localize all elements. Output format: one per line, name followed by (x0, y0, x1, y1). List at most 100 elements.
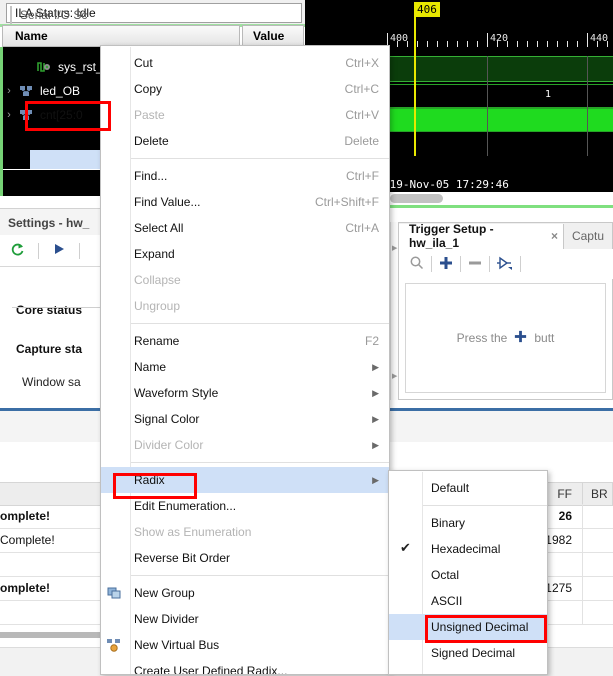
menu-item-label: Cut (134, 56, 153, 70)
menu-item-label: Copy (134, 82, 163, 96)
menu-item-find[interactable]: Find... Ctrl+F (101, 163, 389, 189)
waveform-column-headers: Name Value (0, 25, 305, 47)
scroll-up-arrow[interactable]: ▶ (392, 244, 397, 252)
radix-option-label: Signed Decimal (431, 646, 516, 660)
menu-item-show-as-enumeration: Show as Enumeration (101, 519, 389, 545)
menu-item-label: Show as Enumeration (134, 525, 252, 539)
ruler-minor-tick (507, 41, 508, 47)
tab-serial-io-scan[interactable]: Serial I/O Sc (10, 6, 87, 24)
waveform-hscroll-thumb[interactable] (390, 194, 443, 203)
ruler-minor-tick (537, 41, 538, 47)
tree-left-accent (0, 47, 3, 196)
menu-item-signal-color[interactable]: Signal Color ▶ (101, 406, 389, 432)
chevron-right-icon: ▶ (372, 387, 379, 398)
menu-item-shortcut: F2 (364, 334, 379, 348)
menu-item-delete[interactable]: Delete Delete (101, 128, 389, 154)
menu-item-new-virtual-bus[interactable]: New Virtual Bus (101, 632, 389, 658)
tab-trigger-setup-label: Trigger Setup - hw_ila_1 (409, 222, 494, 250)
ruler-minor-tick (597, 41, 598, 47)
radix-option-default[interactable]: Default (389, 475, 547, 501)
waveform-cursor[interactable] (414, 8, 416, 156)
ruler-label-420: 420 (490, 33, 509, 44)
probe-icon[interactable] (496, 255, 514, 274)
radix-option-ascii[interactable]: ASCII (389, 588, 547, 614)
menu-item-label: Find Value... (134, 195, 201, 209)
menu-item-select-all[interactable]: Select All Ctrl+A (101, 215, 389, 241)
ruler-minor-tick (447, 41, 448, 47)
menu-item-edit-enumeration[interactable]: Edit Enumeration... (101, 493, 389, 519)
trigger-empty-text-before: Press the (456, 331, 508, 345)
ruler-minor-tick (427, 41, 428, 47)
trigger-empty-message: Press the butt (405, 283, 606, 393)
menu-item-divider-color: Divider Color ▶ (101, 432, 389, 458)
group-icon (106, 586, 122, 600)
tab-trigger-setup[interactable]: Trigger Setup - hw_ila_1 × (399, 222, 564, 250)
tree-row-cnt[interactable]: › cnt[25:0 (0, 103, 83, 127)
radix-option-label: Octal (431, 568, 460, 582)
waveform-bus-value: 1 (545, 89, 552, 100)
core-status-label: Core status (16, 303, 83, 317)
radix-option-binary[interactable]: Binary (389, 510, 547, 536)
scroll-down-arrow[interactable]: ▶ (392, 372, 397, 380)
menu-item-copy[interactable]: Copy Ctrl+C (101, 76, 389, 102)
signal-icon (36, 60, 54, 74)
column-header-name[interactable]: Name (2, 25, 240, 47)
menu-separator (131, 575, 389, 576)
menu-item-waveform-style[interactable]: Waveform Style ▶ (101, 380, 389, 406)
menu-item-label: New Virtual Bus (134, 638, 220, 652)
trigger-toolbar-sep-3 (489, 256, 490, 272)
search-icon[interactable] (409, 255, 425, 274)
menu-item-label: Select All (134, 221, 184, 235)
menu-item-label: Ungroup (134, 299, 181, 313)
bt-header-br[interactable]: BR (583, 483, 613, 505)
ruler-minor-tick (607, 41, 608, 47)
menu-item-shortcut: Delete (344, 134, 379, 148)
menu-item-radix[interactable]: Radix ▶ (101, 467, 389, 493)
menu-item-new-group[interactable]: New Group (101, 580, 389, 606)
ruler-minor-tick (437, 41, 438, 47)
ruler-label-400: 400 (390, 33, 409, 44)
ruler-minor-tick (467, 41, 468, 47)
radix-option-unsigned-decimal[interactable]: Unsigned Decimal (389, 614, 547, 640)
ruler-minor-tick (497, 41, 498, 47)
menu-item-name[interactable]: Name ▶ (101, 354, 389, 380)
chevron-right-icon: ▶ (372, 361, 379, 372)
menu-item-label: Delete (134, 134, 169, 148)
refresh-icon[interactable] (10, 241, 26, 260)
menu-item-rename[interactable]: Rename F2 (101, 328, 389, 354)
chevron-right-icon: ▶ (372, 413, 379, 424)
menu-item-reverse-bit-order[interactable]: Reverse Bit Order (101, 545, 389, 571)
submenu-separator (423, 505, 547, 506)
run-icon[interactable] (51, 241, 67, 260)
column-header-value[interactable]: Value (242, 25, 304, 47)
menu-item-label: Paste (134, 108, 165, 122)
menu-item-shortcut: Ctrl+Shift+F (314, 195, 379, 209)
tree-row-led-obu[interactable]: › led_OB (0, 79, 80, 103)
menu-item-label: Edit Enumeration... (134, 499, 237, 513)
tree-label-cnt: cnt[25:0 (40, 108, 83, 122)
menu-item-shortcut: Ctrl+C (344, 82, 379, 96)
radix-option-hexadecimal[interactable]: ✔ Hexadecimal (389, 536, 547, 562)
ruler-minor-tick (517, 41, 518, 47)
menu-item-label: Reverse Bit Order (134, 551, 231, 565)
radix-submenu[interactable]: Default Binary ✔ Hexadecimal Octal ASCII Unsig… (388, 470, 548, 675)
bt-cell-br-4 (583, 600, 613, 624)
ruler-minor-tick (477, 41, 478, 47)
tab-capture-setup[interactable]: Captu (564, 229, 612, 243)
tree-row-sys-rst[interactable]: sys_rst_ (0, 55, 103, 79)
tab-settings[interactable]: Settings - hw_ (8, 212, 89, 234)
menu-item-create-user-defined-radix[interactable]: Create User Defined Radix... (101, 658, 389, 674)
menu-item-find-value[interactable]: Find Value... Ctrl+Shift+F (101, 189, 389, 215)
radix-option-octal[interactable]: Octal (389, 562, 547, 588)
menu-item-expand[interactable]: Expand (101, 241, 389, 267)
remove-icon[interactable] (467, 255, 483, 274)
radix-submenu-items: Default Binary ✔ Hexadecimal Octal ASCII Unsig… (389, 475, 547, 666)
menu-item-new-divider[interactable]: New Divider (101, 606, 389, 632)
menu-item-cut[interactable]: Cut Ctrl+X (101, 50, 389, 76)
signal-context-menu[interactable]: Cut Ctrl+X Copy Ctrl+C Paste Ctrl+V Delete Dele… (100, 45, 390, 675)
menu-separator (131, 323, 389, 324)
radix-option-signed-decimal[interactable]: Signed Decimal (389, 640, 547, 666)
tree-label-led-obu: led_OB (40, 84, 81, 98)
close-icon[interactable]: × (551, 229, 558, 243)
add-icon[interactable] (438, 255, 454, 274)
